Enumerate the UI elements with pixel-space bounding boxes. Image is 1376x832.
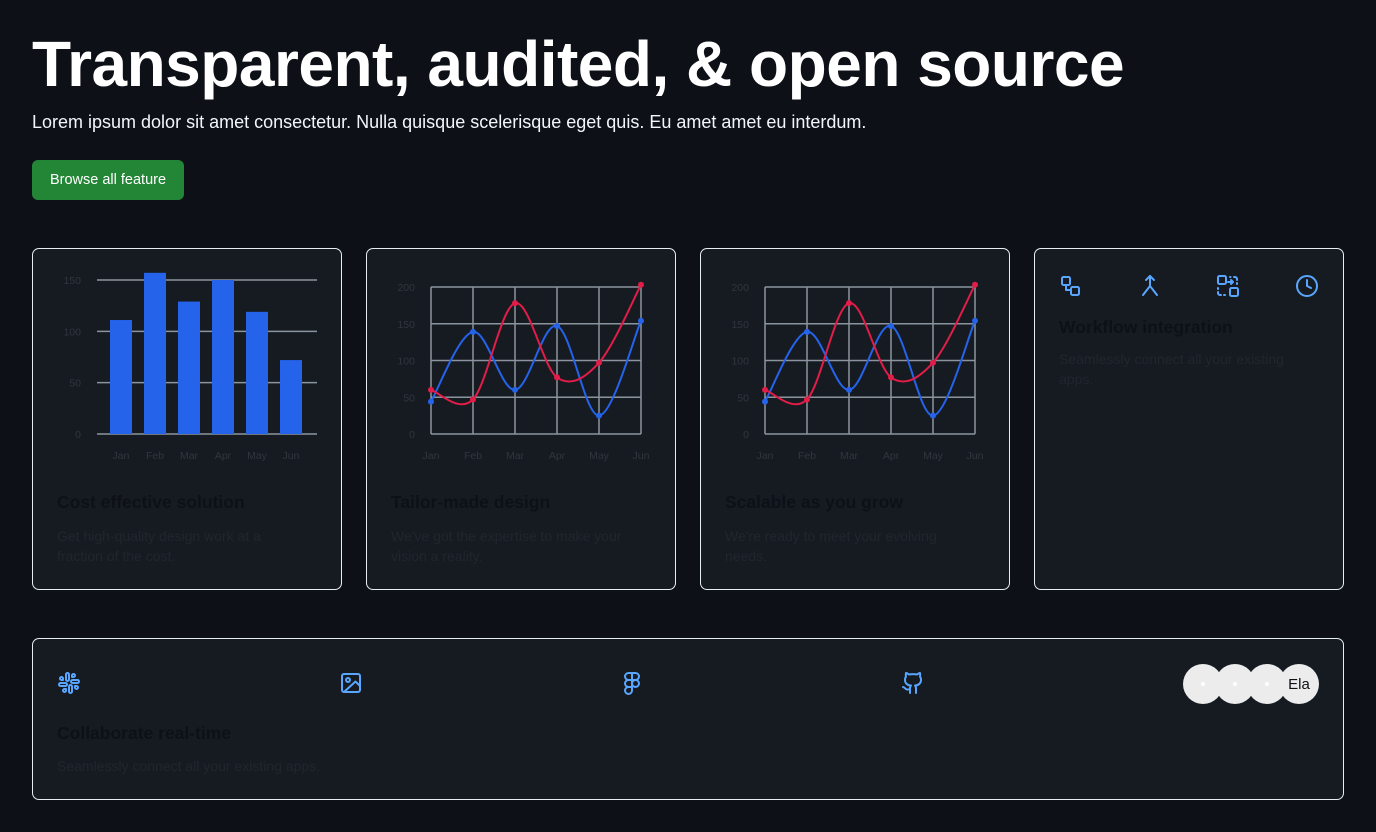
card-title: Cost effective solution <box>57 492 245 512</box>
y-tick-label: 200 <box>397 282 415 294</box>
data-point <box>762 398 768 405</box>
data-point <box>930 359 936 366</box>
card-description: We've got the expertise to make your vis… <box>391 528 622 564</box>
data-point <box>972 317 978 324</box>
browse-features-button[interactable]: Browse all feature <box>32 160 184 200</box>
collaborate-panel: Ela Collaborate real-time Seamlessly con… <box>32 638 1344 800</box>
integration-icon <box>1216 273 1240 299</box>
card-title: Tailor-made design <box>391 492 551 512</box>
avatar-placeholder-dot <box>1201 682 1205 686</box>
bar <box>110 320 132 434</box>
y-tick-label: 100 <box>731 356 749 368</box>
line-chart: 0 50 100 150 200 Jan Feb Mar Apr May Jun <box>397 281 650 462</box>
x-tick-label: Jan <box>113 450 130 462</box>
data-point <box>554 322 560 329</box>
data-point <box>638 281 644 288</box>
x-tick-label: May <box>923 450 944 462</box>
image-icon[interactable] <box>339 671 363 695</box>
x-tick-label: Jun <box>967 450 984 462</box>
avatar-placeholder-dot <box>1233 682 1237 686</box>
card-title: Scalable as you grow <box>725 492 903 512</box>
collaborate-description: Seamlessly connect all your existing app… <box>57 758 321 774</box>
x-tick-label: Jan <box>757 450 774 462</box>
x-tick-label: May <box>247 450 268 462</box>
x-tick-label: Jun <box>283 450 300 462</box>
data-point <box>846 300 852 307</box>
data-point <box>512 300 518 307</box>
data-point <box>512 386 518 393</box>
y-tick-label: 100 <box>397 356 415 368</box>
y-tick-label: 50 <box>69 378 81 390</box>
feature-card-scalable: 0 50 100 150 200 Jan Feb Mar Apr May Jun Scalable … <box>700 248 1010 590</box>
data-point <box>804 328 810 335</box>
data-point <box>930 412 936 419</box>
workflow-icon <box>1059 273 1083 299</box>
data-point <box>596 412 602 419</box>
feature-card-workflow: Workflow integration Seamlessly connect … <box>1034 248 1344 590</box>
card-description: We're ready to meet your evolving needs. <box>725 528 937 564</box>
workflow-icons <box>1059 273 1319 299</box>
collaborate-title: Collaborate real-time <box>57 723 232 743</box>
bar <box>144 272 166 434</box>
y-tick-label: 0 <box>743 429 749 441</box>
data-point <box>428 398 434 405</box>
y-tick-label: 50 <box>737 392 749 404</box>
avatar-placeholder-dot <box>1265 682 1269 686</box>
x-tick-label: Feb <box>798 450 816 462</box>
x-tick-label: Mar <box>840 450 859 462</box>
bar <box>246 311 268 434</box>
bar-chart: 0 50 100 150 Jan Feb Mar Apr May Jun <box>63 272 317 462</box>
data-point <box>554 374 560 381</box>
x-tick-label: May <box>589 450 610 462</box>
data-point <box>470 396 476 403</box>
figma-icon[interactable] <box>620 671 644 695</box>
x-tick-label: Jan <box>423 450 440 462</box>
x-tick-label: Mar <box>506 450 525 462</box>
avatar-stack: Ela <box>1183 664 1319 704</box>
data-point <box>846 386 852 393</box>
avatar-ela[interactable]: Ela <box>1279 664 1319 704</box>
x-tick-label: Apr <box>215 450 232 462</box>
y-tick-label: 150 <box>731 319 749 331</box>
data-point <box>762 386 768 393</box>
feature-card-tailor: 0 50 100 150 200 Jan Feb Mar Apr May Jun Tailor-ma… <box>366 248 676 590</box>
data-point <box>888 322 894 329</box>
data-point <box>596 359 602 366</box>
x-tick-label: Apr <box>883 450 900 462</box>
y-tick-label: 150 <box>397 319 415 331</box>
page-title: Transparent, audited, & open source <box>32 28 1125 100</box>
y-tick-label: 0 <box>75 429 81 441</box>
bar <box>280 360 302 434</box>
card-title: Workflow integration <box>1059 317 1233 337</box>
data-point <box>972 281 978 288</box>
x-tick-label: Apr <box>549 450 566 462</box>
data-point <box>428 386 434 393</box>
y-tick-label: 0 <box>409 429 415 441</box>
feature-card-cost: 0 50 100 150 Jan Feb Mar Apr May Jun Cost effecti… <box>32 248 342 590</box>
line-chart: 0 50 100 150 200 Jan Feb Mar Apr May Jun <box>731 281 984 462</box>
y-tick-label: 100 <box>63 326 81 338</box>
x-tick-label: Mar <box>180 450 199 462</box>
bar <box>212 280 234 434</box>
bar <box>178 301 200 434</box>
page-subtitle: Lorem ipsum dolor sit amet consectetur. … <box>32 112 867 132</box>
clock-icon <box>1295 273 1319 299</box>
series-line <box>764 284 976 406</box>
x-tick-label: Jun <box>633 450 650 462</box>
x-tick-label: Feb <box>464 450 482 462</box>
y-tick-label: 150 <box>63 275 81 287</box>
data-point <box>888 374 894 381</box>
github-icon[interactable] <box>901 671 925 695</box>
y-tick-label: 50 <box>403 392 415 404</box>
merge-icon <box>1138 273 1162 299</box>
data-point <box>638 317 644 324</box>
x-tick-label: Feb <box>146 450 164 462</box>
card-description: Seamlessly connect all your existing app… <box>1059 351 1284 387</box>
series-line <box>430 284 642 406</box>
slack-icon[interactable] <box>57 671 81 695</box>
data-point <box>470 328 476 335</box>
data-point <box>804 396 810 403</box>
card-description: Get high-quality design work at a fracti… <box>57 528 261 564</box>
y-tick-label: 200 <box>731 282 749 294</box>
